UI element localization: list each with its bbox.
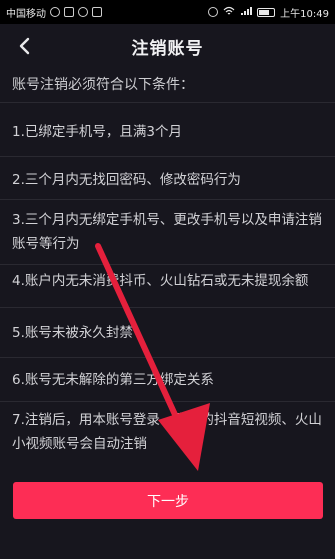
battery-icon (257, 7, 276, 17)
carrier-label: 中国移动 (6, 8, 46, 20)
condition-item: 6.账号无未解除的第三方绑定关系 (12, 372, 214, 388)
divider (0, 357, 335, 358)
chevron-left-icon (19, 37, 30, 55)
condition-item: 4.账户内无未消费抖币、火山钻石或无未提现余额 (12, 273, 309, 289)
app-notification-icon (64, 7, 74, 17)
alarm-icon (208, 7, 219, 17)
divider (0, 401, 335, 402)
nav-bar: 注销账号 (0, 24, 335, 68)
conditions-intro: 账号注销必须符合以下条件： (12, 77, 194, 93)
divider (0, 156, 335, 157)
next-button[interactable]: 下一步 (13, 482, 323, 519)
status-bar: 中国移动 上午10:49 (0, 0, 335, 24)
gallery-icon (92, 7, 102, 17)
divider (0, 199, 335, 200)
message-icon (78, 7, 88, 17)
divider (0, 102, 335, 103)
status-left: 中国移动 (6, 5, 102, 20)
clock-label: 上午10:49 (280, 8, 329, 20)
notification-icon (50, 7, 60, 17)
condition-item: 1.已绑定手机号，且满3个月 (12, 124, 182, 140)
page-title: 注销账号 (131, 38, 204, 59)
divider (0, 307, 335, 308)
condition-item: 5.账号未被永久封禁 (12, 325, 133, 341)
condition-item: 2.三个月内无找回密码、修改密码行为 (12, 172, 241, 188)
back-button[interactable] (8, 30, 40, 62)
divider (0, 264, 335, 265)
signal-icon (240, 6, 253, 19)
status-right: 上午10:49 (208, 5, 329, 20)
condition-item: 7.注销后，用本账号登录、登录的抖音短视频、火山小视频账号会自动注销 (12, 412, 322, 452)
condition-item: 3.三个月内无绑定手机号、更改手机号以及申请注销账号等行为 (12, 212, 322, 252)
wifi-icon (223, 6, 235, 19)
